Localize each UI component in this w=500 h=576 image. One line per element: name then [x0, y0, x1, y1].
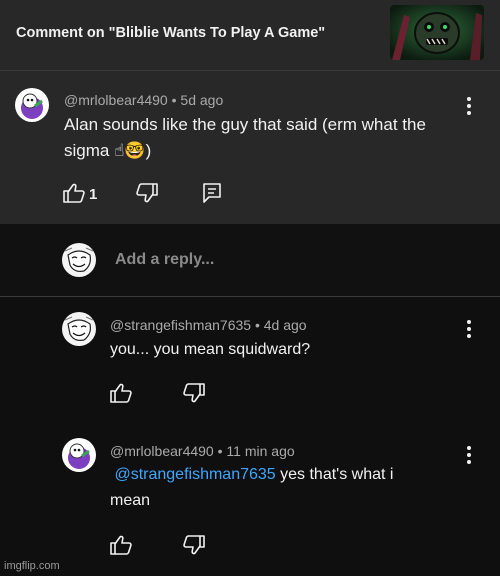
- top-comment: @mrlolbear4490 • 5d ago Alan sounds like…: [0, 70, 500, 224]
- comment-time[interactable]: 5d ago: [180, 92, 223, 108]
- separator-dot: •: [254, 317, 264, 333]
- reply-meta: @mrlolbear4490 • 11 min ago: [110, 443, 295, 459]
- comment-header: Comment on "Bliblie Wants To Play A Game…: [0, 0, 500, 70]
- thumbs-up-icon[interactable]: [63, 183, 85, 208]
- comment-meta: @mrlolbear4490 • 5d ago: [64, 92, 223, 108]
- reply-text-line: mean: [110, 492, 151, 509]
- thumbs-up-icon[interactable]: [110, 535, 132, 560]
- comment-author[interactable]: @mrlolbear4490: [64, 92, 168, 108]
- reply-text-line: @strangefishman7635 yes that's what i: [110, 462, 393, 488]
- comment-header-title: Comment on "Bliblie Wants To Play A Game…: [16, 25, 326, 41]
- avatar[interactable]: [62, 312, 96, 346]
- thumbs-down-icon[interactable]: [136, 183, 158, 208]
- reply-meta: @strangefishman7635 • 4d ago: [110, 317, 307, 333]
- avatar[interactable]: [62, 438, 96, 472]
- reply-icon[interactable]: [203, 183, 221, 208]
- avatar[interactable]: [62, 243, 96, 277]
- comment-text-line: sigma ☝🤓): [64, 141, 152, 160]
- reply-time[interactable]: 11 min ago: [226, 443, 294, 459]
- more-vert-icon[interactable]: [465, 97, 473, 117]
- thumbs-down-icon[interactable]: [183, 383, 205, 408]
- comment-text-line: Alan sounds like the guy that said (erm …: [64, 115, 426, 134]
- reply-time[interactable]: 4d ago: [264, 317, 307, 333]
- reply-text: you... you mean squidward?: [110, 341, 311, 358]
- thumbs-down-icon[interactable]: [183, 535, 205, 560]
- reply-text: @strangefishman7635 yes that's what i me…: [110, 462, 393, 514]
- mention-link[interactable]: @strangefishman7635: [114, 466, 275, 483]
- more-vert-icon[interactable]: [465, 446, 473, 466]
- reply-input[interactable]: Add a reply...: [115, 251, 214, 269]
- video-thumbnail[interactable]: [390, 5, 484, 60]
- reply-input-bar[interactable]: Add a reply...: [0, 224, 500, 297]
- comment-text: Alan sounds like the guy that said (erm …: [64, 112, 426, 164]
- reply-author[interactable]: @strangefishman7635: [110, 317, 251, 333]
- like-count: 1: [89, 186, 98, 203]
- reply-text-segment: yes that's what i: [275, 466, 394, 483]
- more-vert-icon[interactable]: [465, 320, 473, 340]
- watermark: imgflip.com: [4, 560, 60, 572]
- avatar[interactable]: [15, 88, 49, 122]
- reply-author[interactable]: @mrlolbear4490: [110, 443, 214, 459]
- thumbs-up-icon[interactable]: [110, 383, 132, 408]
